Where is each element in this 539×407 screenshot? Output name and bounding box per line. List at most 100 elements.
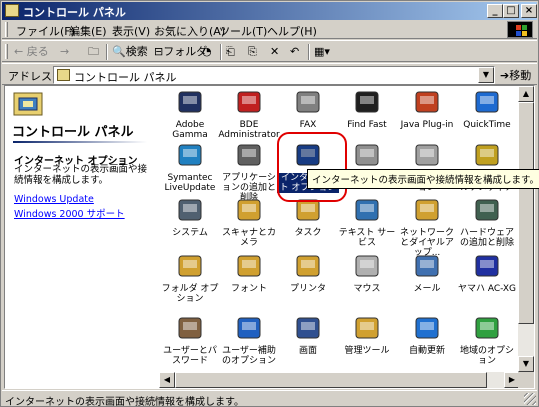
control-panel-item[interactable]: BDE Administrator [218, 86, 280, 140]
folders-label: フォルダ [163, 45, 208, 58]
control-panel-item[interactable]: ハードウェアの追加と削除 [456, 194, 518, 248]
windows-support-link[interactable]: Windows 2000 サポート [14, 206, 125, 220]
binoculars-icon [351, 86, 383, 118]
go-button[interactable]: ➔移動 [500, 67, 531, 83]
control-panel-window: コントロール パネル _ □ × ファイル(F) 編集(E) 表示(V) お気に… [0, 0, 539, 407]
windows-logo-icon [507, 21, 533, 38]
scroll-left-button[interactable]: ◀ [159, 372, 175, 388]
scroll-down-button[interactable]: ▼ [518, 356, 534, 372]
control-panel-item[interactable]: テキスト サービス [336, 194, 398, 248]
windows-update-link[interactable]: Windows Update [14, 194, 94, 205]
toolbar-grip[interactable] [5, 44, 8, 59]
vertical-scroll-thumb[interactable] [518, 102, 534, 324]
menu-help[interactable]: ヘルプ(H) [267, 23, 317, 39]
go-arrow-icon: ➔ [500, 69, 510, 82]
control-panel-item[interactable]: Find Fast [336, 86, 398, 130]
toolbar-separator [220, 44, 222, 60]
move-to-icon[interactable]: ⎗ [226, 44, 235, 60]
web-view-pane: コントロール パネル インターネット オプション インターネットの表示画面や接続… [5, 86, 155, 388]
vertical-scrollbar[interactable]: ▲ ▼ [518, 86, 534, 372]
item-label: スキャナとカメラ [221, 228, 276, 248]
resize-grip[interactable] [524, 393, 536, 405]
address-bar: アドレス(D) コントロール パネル ▼ ➔移動 [2, 63, 537, 85]
admin-tools-icon [351, 312, 383, 344]
control-panel-item[interactable]: フォント [218, 250, 280, 294]
monitor-gamma-icon [174, 86, 206, 118]
up-folder-icon[interactable]: 🗀 [88, 44, 99, 60]
quicktime-icon [471, 86, 503, 118]
address-dropdown-button[interactable]: ▼ [478, 67, 494, 83]
menu-edit[interactable]: 編集(E) [69, 23, 107, 39]
control-panel-item[interactable]: 管理ツール [336, 312, 398, 356]
control-panel-item[interactable]: ヤマハ AC-XG [456, 250, 518, 294]
search-button[interactable]: 🔍検索 [112, 44, 148, 60]
views-icon[interactable]: ▦▾ [314, 44, 330, 60]
item-label: 自動更新 [408, 346, 445, 356]
control-panel-item[interactable]: 画面 [277, 312, 339, 356]
fax-icon [292, 86, 324, 118]
horizontal-scrollbar[interactable]: ◀ ▶ [159, 372, 520, 388]
page-title: コントロール パネル [12, 125, 134, 140]
close-button[interactable]: × [521, 4, 537, 18]
control-panel-item[interactable]: Symantec LiveUpdate [159, 139, 221, 193]
minimize-button[interactable]: _ [487, 4, 503, 18]
speaker-icon [471, 139, 503, 171]
menu-file[interactable]: ファイル(F) [16, 23, 75, 39]
copy-to-icon[interactable]: ⎘ [248, 44, 257, 60]
bde-icon [233, 86, 265, 118]
item-label: ハードウェアの追加と削除 [459, 228, 514, 248]
printers-icon [292, 250, 324, 282]
mail-icon [411, 250, 443, 282]
window-title: コントロール パネル [23, 6, 126, 19]
horizontal-scroll-thumb[interactable] [175, 372, 487, 388]
control-panel-item[interactable]: 自動更新 [396, 312, 458, 356]
control-panel-item[interactable]: スキャナとカメラ [218, 194, 280, 248]
address-input[interactable]: コントロール パネル ▼ [53, 66, 495, 84]
menu-view[interactable]: 表示(V) [112, 23, 150, 39]
item-label: QuickTime [463, 120, 511, 130]
control-panel-item[interactable]: Adobe Gamma [159, 86, 221, 140]
control-panel-item[interactable]: ユーザーとパスワード [159, 312, 221, 366]
scroll-up-button[interactable]: ▲ [518, 86, 534, 102]
search-label: 検索 [125, 45, 148, 58]
history-icon[interactable]: ◔ [202, 44, 212, 60]
go-label: 移動 [509, 69, 532, 82]
item-label: Find Fast [347, 120, 387, 130]
item-label: ヤマハ AC-XG [457, 284, 517, 294]
control-panel-item[interactable]: マウス [336, 250, 398, 294]
folders-button[interactable]: ⊟フォルダ [154, 44, 207, 60]
control-panel-item[interactable]: 地域のオプション [456, 312, 518, 366]
item-label: FAX [299, 120, 317, 130]
network-icon [411, 194, 443, 226]
menu-tools[interactable]: ツール(T) [219, 23, 267, 39]
control-panel-item[interactable]: ネットワークとダイヤルアップ... [396, 194, 458, 258]
control-panel-item[interactable]: QuickTime [456, 86, 518, 130]
control-panel-item[interactable]: システム [159, 194, 221, 238]
menu-grip[interactable] [5, 22, 8, 37]
control-panel-item[interactable]: Java Plug-in [396, 86, 458, 130]
control-panel-item[interactable]: フォルダ オプション [159, 250, 221, 304]
text-services-icon [351, 194, 383, 226]
undo-icon[interactable]: ↶ [290, 44, 299, 60]
control-panel-item[interactable]: FAX [277, 86, 339, 130]
joystick-icon [411, 139, 443, 171]
menu-favorites[interactable]: お気に入り(A) [154, 23, 225, 39]
liveupdate-icon [174, 139, 206, 171]
item-label: プリンタ [289, 284, 326, 294]
java-icon [411, 86, 443, 118]
back-button[interactable]: ← 戻る [14, 44, 49, 60]
delete-icon[interactable]: ✕ [270, 44, 279, 60]
status-text: インターネットの表示画面や接続情報を構成します。 [5, 397, 244, 407]
scanner-icon [233, 194, 265, 226]
scroll-corner [518, 372, 534, 388]
forward-button[interactable]: → [60, 44, 69, 60]
control-panel-item[interactable]: ユーザー補助のオプション [218, 312, 280, 366]
folder-options-icon [174, 250, 206, 282]
title-bar[interactable]: コントロール パネル _ □ × [2, 2, 537, 20]
control-panel-item[interactable]: プリンタ [277, 250, 339, 294]
maximize-button[interactable]: □ [503, 4, 519, 18]
item-label: Symantec LiveUpdate [164, 173, 216, 193]
item-label: 管理ツール [344, 346, 390, 356]
control-panel-item[interactable]: メール [396, 250, 458, 294]
auto-update-icon [411, 312, 443, 344]
